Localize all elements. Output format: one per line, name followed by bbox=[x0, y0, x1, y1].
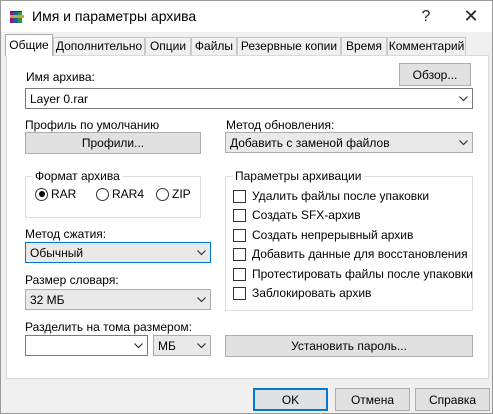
create-sfx-label: Создать SFX-архив bbox=[252, 208, 361, 222]
radio-icon bbox=[156, 187, 169, 201]
tab-backup[interactable]: Резервные копии bbox=[237, 37, 341, 55]
compression-method-label: Метод сжатия: bbox=[25, 227, 107, 241]
format-rar-label: RAR bbox=[51, 187, 77, 201]
archive-name-label: Имя архива: bbox=[26, 70, 95, 84]
split-size-input[interactable] bbox=[25, 335, 148, 356]
delete-files-label: Удалить файлы после упаковки bbox=[252, 189, 430, 203]
checkbox-icon bbox=[233, 228, 246, 242]
tab-options[interactable]: Опции bbox=[145, 37, 191, 55]
help-title-button[interactable]: ? bbox=[403, 1, 449, 32]
profile-label: Профиль по умолчанию bbox=[25, 118, 160, 132]
window-title: Имя и параметры архива bbox=[32, 8, 197, 24]
dictionary-size-select[interactable]: 32 МБ bbox=[25, 289, 211, 310]
create-sfx-checkbox[interactable]: Создать SFX-архив bbox=[233, 208, 361, 222]
compression-method-value: Обычный bbox=[30, 246, 84, 260]
radio-icon bbox=[96, 187, 109, 201]
chevron-down-icon[interactable] bbox=[457, 92, 469, 106]
test-files-checkbox[interactable]: Протестировать файлы после упаковки bbox=[233, 267, 473, 281]
split-volumes-label: Разделить на тома размером: bbox=[25, 320, 192, 334]
browse-button[interactable]: Обзор... bbox=[399, 63, 471, 86]
radio-selected-icon bbox=[35, 187, 48, 201]
delete-files-checkbox[interactable]: Удалить файлы после упаковки bbox=[233, 189, 429, 203]
solid-archive-checkbox[interactable]: Создать непрерывный архив bbox=[233, 228, 413, 242]
lock-archive-label: Заблокировать архив bbox=[252, 286, 372, 300]
format-rar4-radio[interactable]: RAR4 bbox=[96, 187, 144, 201]
ok-button[interactable]: OK bbox=[253, 388, 328, 411]
checkbox-icon bbox=[233, 189, 246, 203]
title-bar: Имя и параметры архива ? ✕ bbox=[1, 1, 492, 32]
archive-name-field[interactable]: Layer 0.rar bbox=[25, 88, 473, 109]
archive-name-value: Layer 0.rar bbox=[30, 92, 89, 106]
archive-dialog: Имя и параметры архива ? ✕ Общие Дополни… bbox=[0, 0, 493, 414]
split-unit-select[interactable]: МБ bbox=[153, 335, 211, 356]
chevron-down-icon[interactable] bbox=[195, 293, 207, 307]
general-tab-panel: Имя архива: Обзор... Layer 0.rar Профиль… bbox=[6, 55, 489, 379]
close-button[interactable]: ✕ bbox=[448, 1, 493, 32]
tab-comment[interactable]: Комментарий bbox=[387, 37, 466, 55]
archive-format-label: Формат архива bbox=[32, 169, 123, 183]
format-zip-radio[interactable]: ZIP bbox=[156, 187, 191, 201]
dictionary-size-value: 32 МБ bbox=[30, 293, 65, 307]
dictionary-size-label: Размер словаря: bbox=[25, 273, 119, 287]
chevron-down-icon[interactable] bbox=[195, 246, 207, 260]
checkbox-icon bbox=[233, 267, 246, 281]
recovery-record-checkbox[interactable]: Добавить данные для восстановления bbox=[233, 247, 468, 261]
checkbox-icon bbox=[233, 208, 246, 222]
help-button[interactable]: Справка bbox=[415, 388, 490, 411]
split-unit-value: МБ bbox=[158, 339, 176, 353]
format-rar-radio[interactable]: RAR bbox=[35, 187, 76, 201]
format-rar4-label: RAR4 bbox=[112, 187, 145, 201]
profiles-button[interactable]: Профили... bbox=[25, 132, 201, 154]
tab-time[interactable]: Время bbox=[341, 37, 387, 55]
format-zip-label: ZIP bbox=[172, 187, 191, 201]
update-method-label: Метод обновления: bbox=[226, 118, 335, 132]
checkbox-icon bbox=[233, 286, 246, 300]
tab-advanced[interactable]: Дополнительно bbox=[53, 37, 145, 55]
tab-general[interactable]: Общие bbox=[5, 34, 53, 56]
chevron-down-icon[interactable] bbox=[457, 136, 469, 150]
solid-archive-label: Создать непрерывный архив bbox=[252, 228, 414, 242]
tab-files[interactable]: Файлы bbox=[191, 37, 237, 55]
update-method-value: Добавить с заменой файлов bbox=[230, 136, 390, 150]
update-method-select[interactable]: Добавить с заменой файлов bbox=[225, 132, 473, 153]
chevron-down-icon[interactable] bbox=[132, 339, 144, 353]
checkbox-icon bbox=[233, 247, 246, 261]
cancel-button[interactable]: Отмена bbox=[335, 388, 410, 411]
archiving-options-label: Параметры архивации bbox=[232, 169, 365, 183]
compression-method-select[interactable]: Обычный bbox=[25, 242, 211, 263]
recovery-record-label: Добавить данные для восстановления bbox=[252, 247, 468, 261]
set-password-button[interactable]: Установить пароль... bbox=[225, 335, 473, 357]
lock-archive-checkbox[interactable]: Заблокировать архив bbox=[233, 286, 371, 300]
test-files-label: Протестировать файлы после упаковки bbox=[252, 267, 473, 281]
winrar-books-icon bbox=[10, 11, 24, 23]
chevron-down-icon[interactable] bbox=[195, 339, 207, 353]
